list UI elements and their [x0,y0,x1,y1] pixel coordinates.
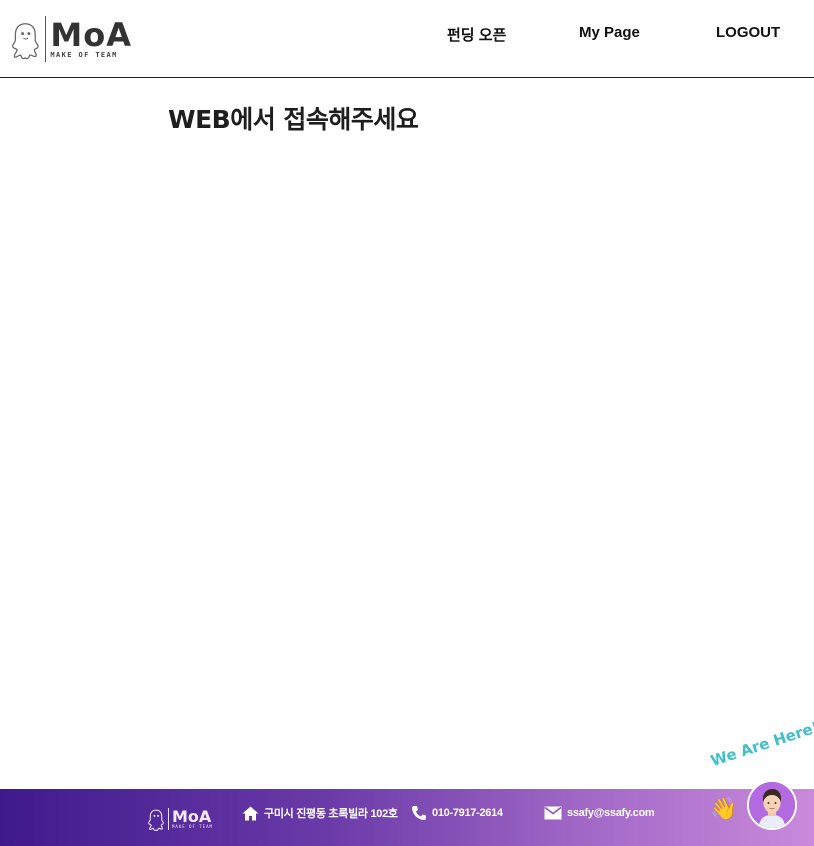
footer-logo: MoA MAKE OF TEAM [147,806,213,832]
home-icon [242,806,259,820]
chat-avatar[interactable] [747,780,797,830]
nav-logout[interactable]: LOGOUT [716,24,780,46]
logo-wordmark: MoA MAKE OF TEAM [50,19,132,59]
logo-tagline: MAKE OF TEAM [50,51,118,59]
page-headline: WEB에서 접속해주세요 [168,105,419,134]
mail-icon [544,806,562,820]
footer-email-text: ssafy@ssafy.com [567,807,655,819]
top-header: MoA MAKE OF TEAM 펀딩 오픈 My Page LOGOUT [0,0,814,78]
footer-logo-divider [168,808,169,830]
footer-logo-tagline: MAKE OF TEAM [172,824,213,829]
nav-funding-open[interactable]: 펀딩 오픈 [447,24,506,46]
footer-phone: 010-7917-2614 [411,803,503,823]
logo-divider [44,16,47,62]
footer-address-text: 구미시 진평동 초록빌라 102호 [264,808,398,820]
ghost-logo-icon [12,23,39,60]
logo-text: MoA [50,16,132,54]
phone-icon [412,806,426,820]
waving-hand-icon: 👋 [710,796,738,821]
moa-logo[interactable]: MoA MAKE OF TEAM [10,14,132,64]
nav-my-page[interactable]: My Page [579,24,640,46]
person-avatar-icon [749,782,795,828]
site-footer: MoA MAKE OF TEAM 구미시 진평동 초록빌라 102호 010-7… [0,789,814,846]
footer-phone-text: 010-7917-2614 [432,807,503,819]
footer-logo-text: MoA [172,807,212,826]
footer-address: 구미시 진평동 초록빌라 102호 [242,803,398,823]
footer-logo-wordmark: MoA MAKE OF TEAM [172,809,213,829]
footer-email: ssafy@ssafy.com [544,803,655,823]
ghost-logo-icon [148,809,164,831]
